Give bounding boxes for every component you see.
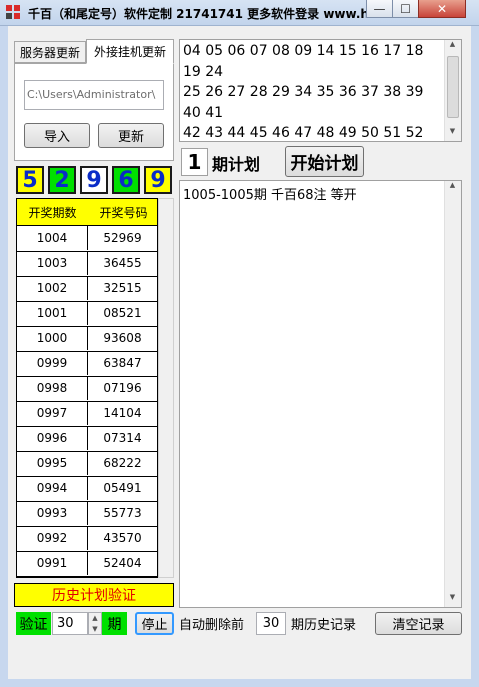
numbers-text: 04 05 06 07 08 09 14 15 16 17 18 19 24 2… <box>183 43 424 141</box>
maximize-button[interactable]: ☐ <box>392 0 419 18</box>
close-button[interactable]: ✕ <box>418 0 466 18</box>
result-scrollbar[interactable]: ▲ ▼ <box>444 181 461 607</box>
table-row[interactable]: 0998 07196 <box>17 376 157 402</box>
number-cell: 08521 <box>103 306 142 320</box>
verify-count-spinner[interactable]: ▲ ▼ <box>88 612 102 635</box>
table-row[interactable]: 1002 32515 <box>17 276 157 302</box>
period-plan-label: 期计划 <box>212 155 261 174</box>
tab-external-update[interactable]: 外接挂机更新 <box>86 39 174 64</box>
result-line: 1005-1005期 千百68注 等开 <box>183 188 357 203</box>
number-cell: 52404 <box>103 556 142 570</box>
window-frame-left <box>0 26 8 687</box>
period-unit-label: 期 <box>102 612 127 635</box>
history-scrollbar[interactable] <box>158 198 174 578</box>
period-cell: 1002 <box>17 276 88 300</box>
history-table[interactable]: 开奖期数 开奖号码 1004 52969 1003 36455 1002 32515 … <box>16 198 158 578</box>
number-cell: 36455 <box>103 256 142 270</box>
table-row[interactable]: 1004 52969 <box>17 226 157 252</box>
digit-box: 2 <box>48 166 76 194</box>
minimize-button[interactable]: — <box>366 0 393 18</box>
keep-periods-input[interactable]: 30 <box>256 612 286 635</box>
number-cell: 55773 <box>103 506 142 520</box>
clear-records-button[interactable]: 清空记录 <box>375 612 462 635</box>
auto-delete-label: 自动删除前 <box>179 618 245 633</box>
number-cell: 93608 <box>103 331 142 345</box>
period-cell: 0998 <box>17 376 88 400</box>
number-cell: 52969 <box>103 231 142 245</box>
tab-server-update[interactable]: 服务器更新 <box>14 41 86 63</box>
period-count-field[interactable]: 1 <box>181 148 208 176</box>
spin-down-icon[interactable]: ▼ <box>89 624 101 634</box>
scroll-up-arrow-icon[interactable]: ▲ <box>445 181 460 195</box>
period-cell: 0993 <box>17 501 88 525</box>
spin-up-icon[interactable]: ▲ <box>89 613 101 624</box>
app-icon <box>6 5 22 21</box>
verify-count-input[interactable]: 30 <box>52 612 88 635</box>
number-cell: 14104 <box>103 406 142 420</box>
path-field[interactable]: C:\Users\Administrator\ <box>24 80 164 110</box>
period-cell: 0995 <box>17 451 88 475</box>
number-cell: 07314 <box>103 431 142 445</box>
window-frame-bottom <box>0 679 479 687</box>
history-verify-button[interactable]: 历史计划验证 <box>14 583 174 607</box>
result-textbox[interactable]: 1005-1005期 千百68注 等开 ▲ ▼ <box>179 180 462 608</box>
period-cell: 0994 <box>17 476 88 500</box>
import-button[interactable]: 导入 <box>24 123 90 148</box>
table-row[interactable]: 1001 08521 <box>17 301 157 327</box>
table-row[interactable]: 0995 68222 <box>17 451 157 477</box>
update-button[interactable]: 更新 <box>98 123 164 148</box>
window-frame-right <box>471 26 479 687</box>
table-row[interactable]: 0992 43570 <box>17 526 157 552</box>
period-cell: 1003 <box>17 251 88 275</box>
number-cell: 63847 <box>103 356 142 370</box>
period-cell: 1001 <box>17 301 88 325</box>
scroll-down-arrow-icon[interactable]: ▼ <box>445 127 460 141</box>
number-cell: 07196 <box>103 381 142 395</box>
number-cell: 32515 <box>103 281 142 295</box>
numbers-scrollbar[interactable]: ▲ ▼ <box>444 40 461 141</box>
scroll-thumb[interactable] <box>447 56 459 118</box>
start-plan-button[interactable]: 开始计划 <box>285 146 364 177</box>
table-row[interactable]: 0993 55773 <box>17 501 157 527</box>
digit-box: 6 <box>112 166 140 194</box>
scroll-down-arrow-icon[interactable]: ▼ <box>445 593 460 607</box>
period-cell: 0997 <box>17 401 88 425</box>
digit-box: 5 <box>16 166 44 194</box>
table-row[interactable]: 0991 52404 <box>17 551 157 577</box>
period-cell: 0991 <box>17 551 88 575</box>
table-row[interactable]: 0999 63847 <box>17 351 157 377</box>
table-row[interactable]: 1000 93608 <box>17 326 157 352</box>
numbers-textbox[interactable]: 04 05 06 07 08 09 14 15 16 17 18 19 24 2… <box>179 39 462 142</box>
period-cell: 0992 <box>17 526 88 550</box>
scroll-up-arrow-icon[interactable]: ▲ <box>445 40 460 54</box>
column-header-period: 开奖期数 <box>17 199 89 226</box>
digit-box: 9 <box>144 166 172 194</box>
table-row[interactable]: 0994 05491 <box>17 476 157 502</box>
stop-button[interactable]: 停止 <box>135 612 174 635</box>
table-row[interactable]: 1003 36455 <box>17 251 157 277</box>
window-title: 千百（和尾定号）软件定制 21741741 更多软件登录 www.h... <box>28 7 368 21</box>
verify-label: 验证 <box>16 612 51 635</box>
number-cell: 68222 <box>103 456 142 470</box>
period-cell: 0999 <box>17 351 88 375</box>
table-row[interactable]: 0997 14104 <box>17 401 157 427</box>
period-cell: 1004 <box>17 226 88 250</box>
digit-box: 9 <box>80 166 108 194</box>
period-cell: 1000 <box>17 326 88 350</box>
number-cell: 05491 <box>103 481 142 495</box>
number-cell: 43570 <box>103 531 142 545</box>
period-cell: 0996 <box>17 426 88 450</box>
table-row[interactable]: 0996 07314 <box>17 426 157 452</box>
history-records-label: 期历史记录 <box>291 618 357 633</box>
column-header-number: 开奖号码 <box>88 199 157 226</box>
